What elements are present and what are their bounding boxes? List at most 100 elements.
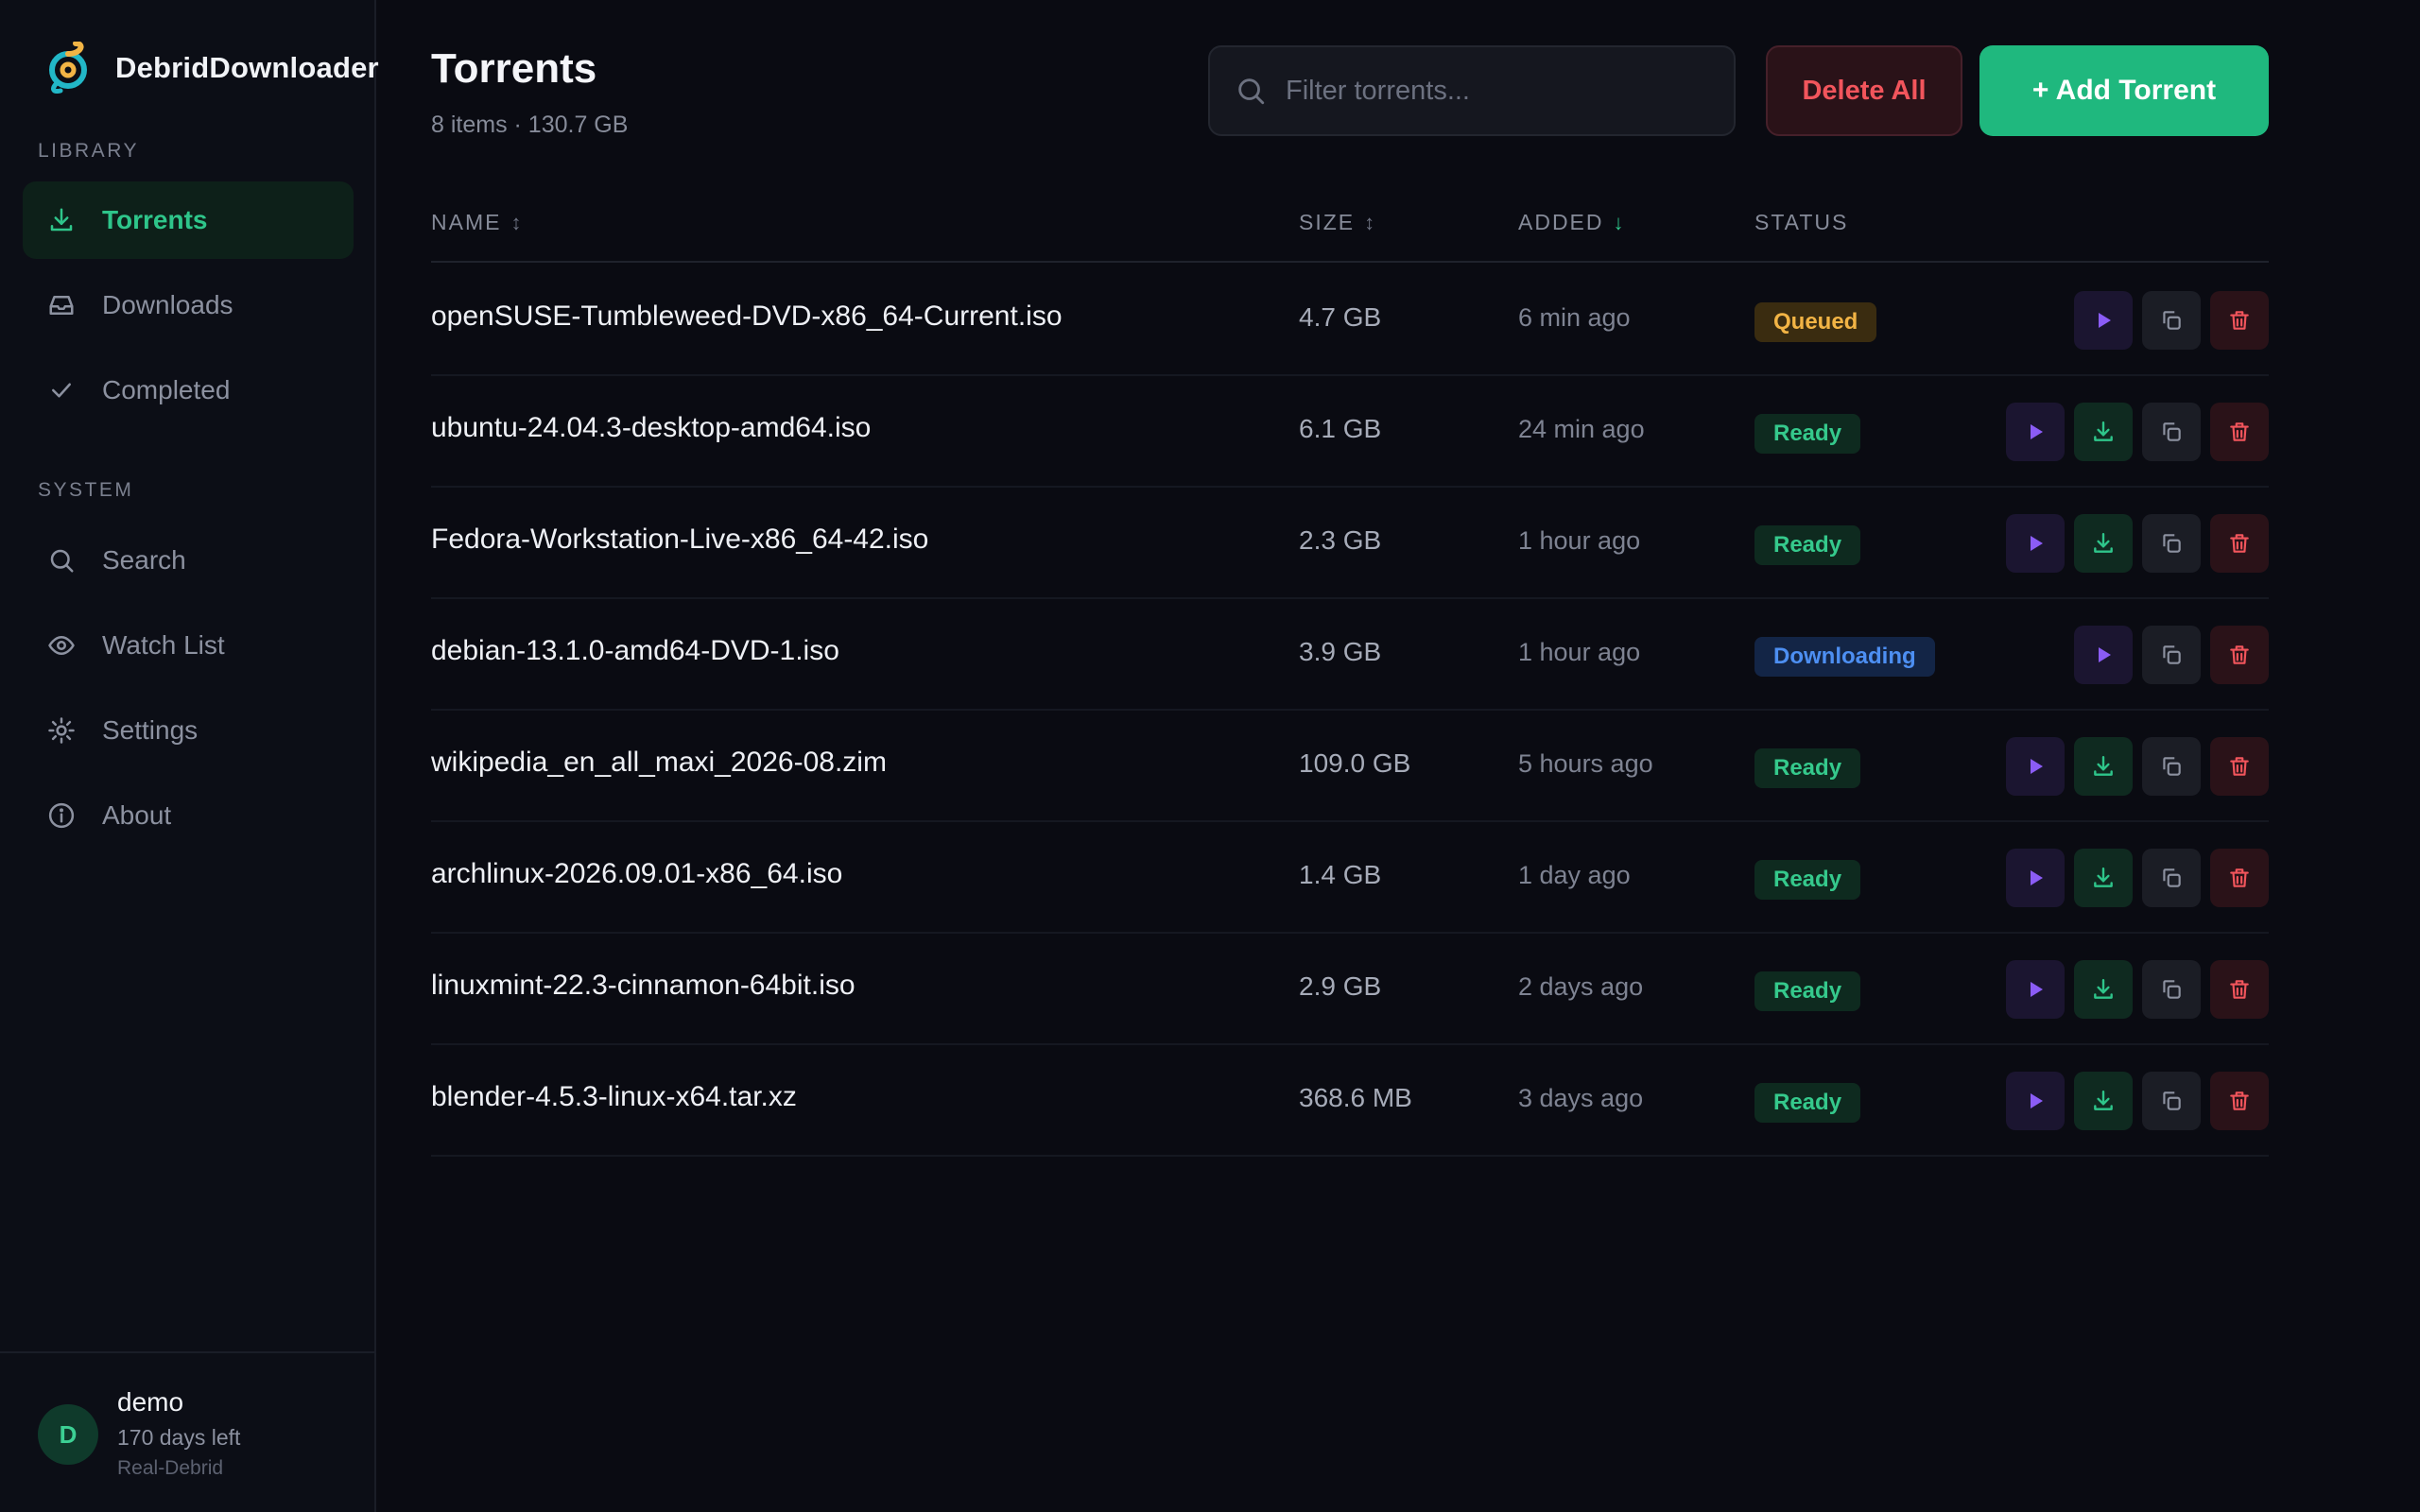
torrent-added: 24 min ago [1518,415,1645,443]
torrent-name: wikipedia_en_all_maxi_2026-08.zim [431,747,887,778]
copy-link-button[interactable] [2142,514,2201,573]
play-button[interactable] [2006,737,2065,796]
filter-input[interactable] [1286,75,1720,107]
brand[interactable]: DebridDownloader [43,42,379,94]
play-icon [2092,644,2115,666]
column-header-added[interactable]: ADDED ↓ [1518,210,1626,235]
delete-button[interactable] [2210,291,2269,350]
sidebar-item-downloads[interactable]: Downloads [23,266,354,344]
page-title: Torrents [431,45,597,92]
sidebar-item-label: Torrents [102,205,208,234]
torrent-added: 1 hour ago [1518,638,1641,666]
torrent-size: 368.6 MB [1299,1083,1412,1112]
delete-button[interactable] [2210,403,2269,461]
play-button[interactable] [2006,960,2065,1019]
copy-link-button[interactable] [2142,291,2201,350]
row-actions [2074,291,2269,350]
table-row[interactable]: openSUSE-Tumbleweed-DVD-x86_64-Current.i… [431,265,2269,376]
copy-link-button[interactable] [2142,737,2201,796]
row-actions [2006,1072,2269,1130]
download-button[interactable] [2074,1072,2133,1130]
sidebar-item-torrents[interactable]: Torrents [23,181,354,259]
sidebar-item-about[interactable]: About [23,777,354,854]
delete-button[interactable] [2210,737,2269,796]
row-actions [2006,737,2269,796]
add-torrent-button[interactable]: + Add Torrent [1979,45,2269,136]
eye-icon [45,629,78,662]
copy-icon [2159,308,2184,333]
row-actions [2006,514,2269,573]
torrent-size: 3.9 GB [1299,637,1382,666]
torrent-size: 2.3 GB [1299,525,1382,555]
column-label: SIZE [1299,210,1356,234]
download-icon [2091,977,2116,1002]
delete-button[interactable] [2210,1072,2269,1130]
download-button[interactable] [2074,737,2133,796]
status-badge: Ready [1754,971,1861,1011]
play-button[interactable] [2006,1072,2065,1130]
delete-button[interactable] [2210,960,2269,1019]
torrent-name: archlinux-2026.09.01-x86_64.iso [431,858,843,889]
play-icon [2024,532,2047,555]
table-row[interactable]: blender-4.5.3-linux-x64.tar.xz 368.6 MB 3 … [431,1045,2269,1157]
torrent-added: 3 days ago [1518,1084,1644,1112]
user-panel[interactable]: D demo 170 days left Real-Debrid [0,1351,374,1512]
copy-icon [2159,754,2184,779]
play-button[interactable] [2074,626,2133,684]
sort-icon: ↕ [510,210,524,234]
download-button[interactable] [2074,403,2133,461]
trash-icon [2227,866,2252,890]
delete-all-button[interactable]: Delete All [1766,45,1962,136]
play-button[interactable] [2074,291,2133,350]
torrent-name: linuxmint-22.3-cinnamon-64bit.iso [431,970,856,1001]
play-icon [2024,421,2047,443]
status-badge: Queued [1754,302,1877,342]
table-row[interactable]: ubuntu-24.04.3-desktop-amd64.iso 6.1 GB 24… [431,376,2269,488]
trash-icon [2227,754,2252,779]
copy-link-button[interactable] [2142,403,2201,461]
sidebar-item-completed[interactable]: Completed [23,352,354,429]
filter-box[interactable] [1208,45,1736,136]
download-button[interactable] [2074,849,2133,907]
copy-link-button[interactable] [2142,626,2201,684]
copy-link-button[interactable] [2142,960,2201,1019]
sidebar-item-label: Completed [102,375,231,404]
delete-button[interactable] [2210,514,2269,573]
table-row[interactable]: Fedora-Workstation-Live-x86_64-42.iso 2.3… [431,488,2269,599]
table-row[interactable]: debian-13.1.0-amd64-DVD-1.iso 3.9 GB 1 hou… [431,599,2269,711]
sidebar-item-label: Search [102,545,186,575]
column-header-name[interactable]: NAME ↕ [431,210,523,235]
delete-button[interactable] [2210,849,2269,907]
debrid-service: Real-Debrid [117,1457,224,1479]
trash-icon [2227,1089,2252,1113]
sidebar-item-settings[interactable]: Settings [23,692,354,769]
sidebar-item-watch-list[interactable]: Watch List [23,607,354,684]
table-row[interactable]: linuxmint-22.3-cinnamon-64bit.iso 2.9 GB 2… [431,934,2269,1045]
copy-link-button[interactable] [2142,1072,2201,1130]
torrent-name: blender-4.5.3-linux-x64.tar.xz [431,1081,797,1112]
download-button[interactable] [2074,960,2133,1019]
delete-button[interactable] [2210,626,2269,684]
download-button[interactable] [2074,514,2133,573]
play-icon [2024,1090,2047,1112]
table-row[interactable]: wikipedia_en_all_maxi_2026-08.zim 109.0 G… [431,711,2269,822]
torrent-size: 109.0 GB [1299,748,1411,778]
column-header-size[interactable]: SIZE ↕ [1299,210,1376,235]
table-row[interactable]: archlinux-2026.09.01-x86_64.iso 1.4 GB 1 d… [431,822,2269,934]
torrent-name: Fedora-Workstation-Live-x86_64-42.iso [431,524,929,555]
copy-link-button[interactable] [2142,849,2201,907]
torrent-added: 5 hours ago [1518,749,1653,778]
page-summary: 8 items · 130.7 GB [431,112,629,138]
download-icon [2091,754,2116,779]
play-button[interactable] [2006,514,2065,573]
play-button[interactable] [2006,849,2065,907]
copy-icon [2159,420,2184,444]
play-button[interactable] [2006,403,2065,461]
status-badge: Ready [1754,1083,1861,1123]
app-logo-icon [49,42,87,94]
copy-icon [2159,1089,2184,1113]
torrent-size: 2.9 GB [1299,971,1382,1001]
sidebar-item-search[interactable]: Search [23,522,354,599]
system-section-label: SYSTEM [38,479,134,501]
trash-icon [2227,420,2252,444]
